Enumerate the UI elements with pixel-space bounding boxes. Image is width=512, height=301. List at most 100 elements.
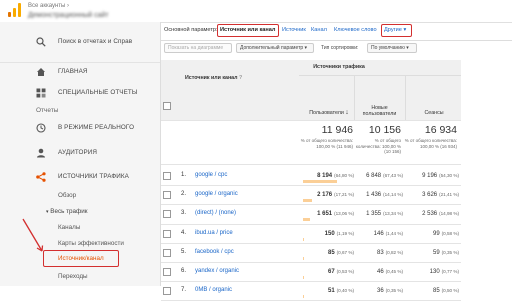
- new-users-value: 1 436: [366, 192, 381, 198]
- source-link[interactable]: 0MB / organic: [195, 287, 232, 293]
- new-users-pct: (14,14 %): [383, 192, 403, 197]
- users-pct: (0,53 %): [337, 269, 354, 274]
- sort-arrow-down-icon: ↓: [345, 109, 349, 116]
- chevron-right-icon: ›: [67, 3, 69, 9]
- main-content: Основной параметр: Источник или канал Ис…: [161, 22, 512, 286]
- row-checkbox[interactable]: [163, 210, 171, 218]
- sidebar-item-overview[interactable]: Обзор: [58, 192, 76, 199]
- table-row: 2.google / organic2 176 (17,21 %)1 436 (…: [161, 185, 461, 204]
- sessions-cell: 2 536 (14,98 %): [406, 210, 459, 217]
- sidebar-item-acquisition[interactable]: ИСТОЧНИКИ ТРАФИКА: [0, 171, 160, 183]
- primary-dimension-label: Основной параметр:: [164, 27, 218, 33]
- plot-rows-button[interactable]: Показать на диаграмме: [164, 43, 232, 53]
- search-label: Поиск в отчетах и Справ: [58, 38, 132, 45]
- row-checkbox[interactable]: [163, 191, 171, 199]
- row-number: 5.: [181, 249, 186, 255]
- users-cell: 8 194 (64,80 %): [303, 172, 354, 179]
- sidebar: Поиск в отчетах и Справ ГЛАВНАЯ СПЕЦИАЛЬ…: [0, 22, 161, 286]
- users-pct: (1,19 %): [337, 231, 354, 236]
- account-name[interactable]: Демонстрационный сайт: [28, 12, 109, 19]
- sidebar-search[interactable]: Поиск в отчетах и Справ: [0, 36, 160, 48]
- reports-heading: Отчеты: [36, 107, 58, 114]
- sidebar-item-home[interactable]: ГЛАВНАЯ: [0, 66, 160, 78]
- select-all-checkbox[interactable]: [163, 102, 171, 110]
- sidebar-item-channels[interactable]: Каналы: [58, 224, 80, 231]
- sidebar-item-custom-reports[interactable]: СПЕЦИАЛЬНЫЕ ОТЧЕТЫ: [0, 87, 160, 99]
- sidebar-item-treemaps[interactable]: Карты эффективности: [58, 240, 124, 247]
- new-users-cell: 46 (0,45 %): [355, 268, 403, 275]
- source-link[interactable]: yandex / organic: [195, 268, 239, 274]
- new-users-pct: (67,43 %): [383, 173, 403, 178]
- home-icon: [36, 67, 46, 77]
- clock-icon: [36, 123, 46, 133]
- tab-keyword[interactable]: Ключевое слово: [334, 27, 377, 33]
- row-checkbox[interactable]: [163, 249, 171, 257]
- users-pct: (0,40 %): [337, 288, 354, 293]
- users-value: 67: [328, 269, 335, 275]
- row-checkbox[interactable]: [163, 172, 171, 180]
- sidebar-item-audience[interactable]: АУДИТОРИЯ: [0, 147, 160, 159]
- row-checkbox[interactable]: [163, 268, 171, 276]
- sort-type-dropdown[interactable]: По умолчанию ▾: [367, 43, 417, 53]
- source-link[interactable]: google / cpc: [195, 172, 227, 178]
- sessions-pct: (0,58 %): [442, 231, 459, 236]
- sidebar-item-all-traffic[interactable]: ▾ Весь трафик: [46, 208, 88, 215]
- users-value: 150: [325, 231, 335, 237]
- total-users: 11 946: [303, 124, 353, 136]
- users-bar: [303, 199, 312, 202]
- table-row: 4.ibud.ua / price150 (1,19 %)146 (1,44 %…: [161, 224, 461, 243]
- users-bar: [303, 218, 310, 221]
- sidebar-item-label: СПЕЦИАЛЬНЫЕ ОТЧЕТЫ: [58, 89, 138, 96]
- source-link[interactable]: (direct) / (none): [195, 210, 236, 216]
- row-checkbox[interactable]: [163, 287, 171, 295]
- analytics-logo-icon[interactable]: [8, 3, 22, 17]
- source-link[interactable]: google / organic: [195, 191, 238, 197]
- highlight-box: [43, 250, 119, 267]
- tab-medium[interactable]: Канал: [311, 27, 327, 33]
- sessions-value: 99: [433, 231, 440, 237]
- total-new-users: 10 156: [355, 124, 401, 136]
- total-new-users-sub: % от общего количества: 100,00 % (10 156…: [349, 138, 401, 155]
- col-header-dimension[interactable]: Источник или канал ?: [185, 75, 242, 81]
- red-arrow-annotation: [20, 217, 50, 257]
- sessions-pct: (0,35 %): [442, 250, 459, 255]
- new-users-value: 46: [377, 269, 384, 275]
- users-cell: 1 651 (13,06 %): [303, 210, 354, 217]
- users-cell: 2 176 (17,21 %): [303, 191, 354, 198]
- new-users-value: 83: [377, 250, 384, 256]
- table-row: 7.0MB / organic51 (0,40 %)36 (0,35 %)85 …: [161, 281, 461, 300]
- sessions-cell: 99 (0,58 %): [406, 230, 459, 237]
- new-users-pct: (0,45 %): [386, 269, 403, 274]
- sessions-value: 3 626: [422, 192, 437, 198]
- sessions-pct: (21,41 %): [439, 192, 459, 197]
- sidebar-item-realtime[interactable]: В РЕЖИМЕ РЕАЛЬНОГО: [0, 122, 160, 134]
- sessions-value: 9 196: [422, 173, 437, 179]
- source-link[interactable]: facebook / cpc: [195, 249, 234, 255]
- users-cell: 85 (0,67 %): [303, 249, 354, 256]
- source-link[interactable]: ibud.ua / price: [195, 230, 233, 236]
- divider: [0, 62, 160, 63]
- table-row: 6.yandex / organic67 (0,53 %)46 (0,45 %)…: [161, 262, 461, 281]
- new-users-pct: (13,34 %): [383, 211, 403, 216]
- table-row: 1.google / cpc8 194 (64,80 %)6 848 (67,4…: [161, 166, 461, 185]
- new-users-value: 1 355: [366, 211, 381, 217]
- new-users-cell: 146 (1,44 %): [355, 230, 403, 237]
- sidebar-item-label: ГЛАВНАЯ: [58, 68, 88, 75]
- secondary-dimension-dropdown[interactable]: Дополнительный параметр ▾: [236, 43, 314, 53]
- sidebar-item-referrals[interactable]: Переходы: [58, 273, 88, 280]
- col-header-sessions[interactable]: Сеансы: [408, 110, 460, 116]
- new-users-cell: 83 (0,82 %): [355, 249, 403, 256]
- col-header-new-users[interactable]: Новые пользователи: [357, 105, 402, 117]
- account-breadcrumb[interactable]: Все аккаунты ›: [28, 3, 69, 9]
- new-users-value: 6 848: [366, 173, 381, 179]
- tab-source[interactable]: Источник: [282, 27, 306, 33]
- users-value: 2 176: [317, 192, 332, 198]
- new-users-pct: (0,82 %): [386, 250, 403, 255]
- person-icon: [36, 148, 46, 158]
- caret-down-icon: ▾: [46, 209, 49, 215]
- row-checkbox[interactable]: [163, 230, 171, 238]
- group-header-cell: Источники трафика: [299, 60, 461, 76]
- col-header-users[interactable]: Пользователи ↓: [303, 110, 355, 116]
- users-cell: 51 (0,40 %): [303, 287, 354, 294]
- sessions-value: 85: [433, 288, 440, 294]
